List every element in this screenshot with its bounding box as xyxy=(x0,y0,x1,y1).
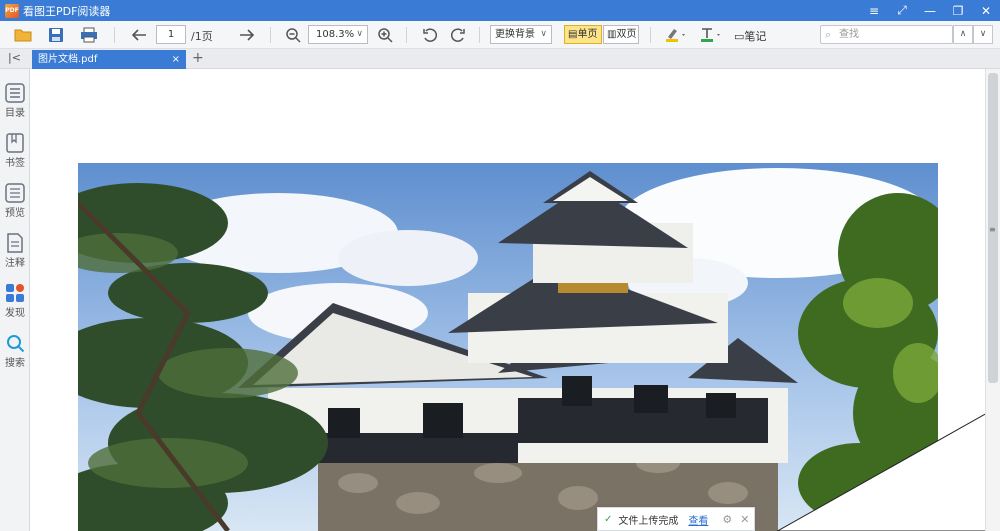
toolbar-divider xyxy=(270,27,271,43)
page-curl[interactable] xyxy=(760,410,985,531)
prev-page-icon[interactable] xyxy=(128,24,150,46)
zoom-value: 108.3% xyxy=(316,29,355,40)
sidebar-item-preview[interactable]: 预览 xyxy=(0,183,30,219)
chevron-down-icon: ∨ xyxy=(356,29,363,39)
sidebar-label-preview: 预览 xyxy=(5,208,25,219)
change-background-label: 更换背景 xyxy=(495,29,535,40)
page-total-label: /1页 xyxy=(191,30,213,43)
document-canvas[interactable] xyxy=(31,69,985,531)
title-bar: PDF 看图王PDF阅读器 ≡ ⤢ — ❐ ✕ xyxy=(0,0,1000,21)
text-color-icon[interactable] xyxy=(697,24,725,46)
view-link[interactable]: 查看 xyxy=(688,512,708,527)
search-next-button[interactable]: ∨ xyxy=(973,25,993,44)
restore-button[interactable]: ❐ xyxy=(950,4,966,18)
open-folder-icon[interactable] xyxy=(12,24,34,46)
tab-document[interactable]: 图片文档.pdf × xyxy=(32,50,186,69)
discover-icon xyxy=(6,284,24,302)
page-number-input[interactable]: 1 xyxy=(156,25,186,44)
vertical-scrollbar[interactable]: ≡ xyxy=(985,69,1000,531)
zoom-out-icon[interactable] xyxy=(282,24,304,46)
magnifier-icon: ⌕ xyxy=(825,28,832,41)
chevron-up-icon: ∧ xyxy=(959,29,967,39)
sidebar-item-annotation[interactable]: 注释 xyxy=(0,233,30,269)
sidebar-item-search[interactable]: 搜索 xyxy=(0,333,30,369)
sidebar-label-bookmark: 书签 xyxy=(5,158,25,169)
toolbar-divider xyxy=(114,27,115,43)
note-icon: ▭ xyxy=(734,30,745,43)
search-placeholder: 查找 xyxy=(839,29,859,40)
search-input[interactable]: ⌕ 查找 xyxy=(820,25,953,44)
highlighter-icon[interactable] xyxy=(662,24,690,46)
tab-label: 图片文档.pdf xyxy=(38,54,98,65)
menu-icon[interactable]: ≡ xyxy=(866,4,882,18)
toc-icon xyxy=(5,83,25,103)
toolbar-divider xyxy=(406,27,407,43)
add-tab-icon[interactable]: + xyxy=(192,50,204,66)
double-page-button[interactable]: ▥双页 xyxy=(603,25,639,44)
note-button[interactable]: ▭笔记 xyxy=(734,28,766,44)
toast-message: 文件上传完成 xyxy=(618,515,679,527)
bookmark-icon xyxy=(6,133,24,153)
chevron-down-icon: ∨ xyxy=(540,29,547,39)
collapse-sidebar-icon[interactable]: |< xyxy=(8,51,21,64)
annotation-icon xyxy=(7,233,23,253)
preview-icon xyxy=(5,183,25,203)
toolbar-divider xyxy=(479,27,480,43)
close-icon[interactable]: ✕ xyxy=(740,513,749,526)
rotate-right-icon[interactable] xyxy=(447,24,469,46)
sidebar-label-toc: 目录 xyxy=(5,108,25,119)
gear-icon[interactable]: ⚙ xyxy=(722,513,732,526)
zoom-select[interactable]: 108.3% ∨ xyxy=(308,25,368,44)
grip-icon: ≡ xyxy=(989,225,996,234)
window-controls: ≡ ⤢ — ❐ ✕ xyxy=(866,0,994,21)
chevron-down-icon: ∨ xyxy=(979,29,987,39)
single-page-label: 单页 xyxy=(577,29,598,40)
main-toolbar: 1 /1页 108.3% ∨ 更换背景 ∨ ▤单页 ▥双页 ▭笔记 ⌕ 查找 ∧ ∨ xyxy=(0,21,1000,49)
sidebar-label-search: 搜索 xyxy=(5,358,25,369)
close-tab-icon[interactable]: × xyxy=(172,50,180,69)
save-icon[interactable] xyxy=(45,24,67,46)
note-label: 笔记 xyxy=(744,30,767,43)
minimize-button[interactable]: — xyxy=(922,4,938,18)
sidebar-item-bookmark[interactable]: 书签 xyxy=(0,133,30,169)
search-prev-button[interactable]: ∧ xyxy=(953,25,973,44)
change-background-button[interactable]: 更换背景 ∨ xyxy=(490,25,552,44)
double-page-label: 双页 xyxy=(616,29,637,40)
upload-toast: ✓ 文件上传完成 查看 ⚙ ✕ xyxy=(597,507,755,531)
app-logo-icon: PDF xyxy=(5,3,19,18)
sidebar-label-discover: 发现 xyxy=(5,308,25,319)
sidebar-item-toc[interactable]: 目录 xyxy=(0,83,30,119)
next-page-icon[interactable] xyxy=(236,24,258,46)
left-sidebar: 目录 书签 预览 注释 发现 搜索 xyxy=(0,69,30,531)
search-icon xyxy=(7,335,25,353)
document-tab-bar: |< 图片文档.pdf × + xyxy=(0,49,1000,69)
fullscreen-icon[interactable]: ⤢ xyxy=(894,3,910,18)
zoom-in-icon[interactable] xyxy=(374,24,396,46)
single-page-button[interactable]: ▤单页 xyxy=(564,25,602,44)
sidebar-item-discover[interactable]: 发现 xyxy=(0,283,30,319)
sidebar-label-annotation: 注释 xyxy=(5,258,25,269)
check-icon: ✓ xyxy=(604,513,613,525)
print-icon[interactable] xyxy=(78,24,100,46)
close-window-button[interactable]: ✕ xyxy=(978,4,994,18)
toolbar-divider xyxy=(650,27,651,43)
rotate-left-icon[interactable] xyxy=(419,24,441,46)
app-title: 看图王PDF阅读器 xyxy=(23,4,111,18)
